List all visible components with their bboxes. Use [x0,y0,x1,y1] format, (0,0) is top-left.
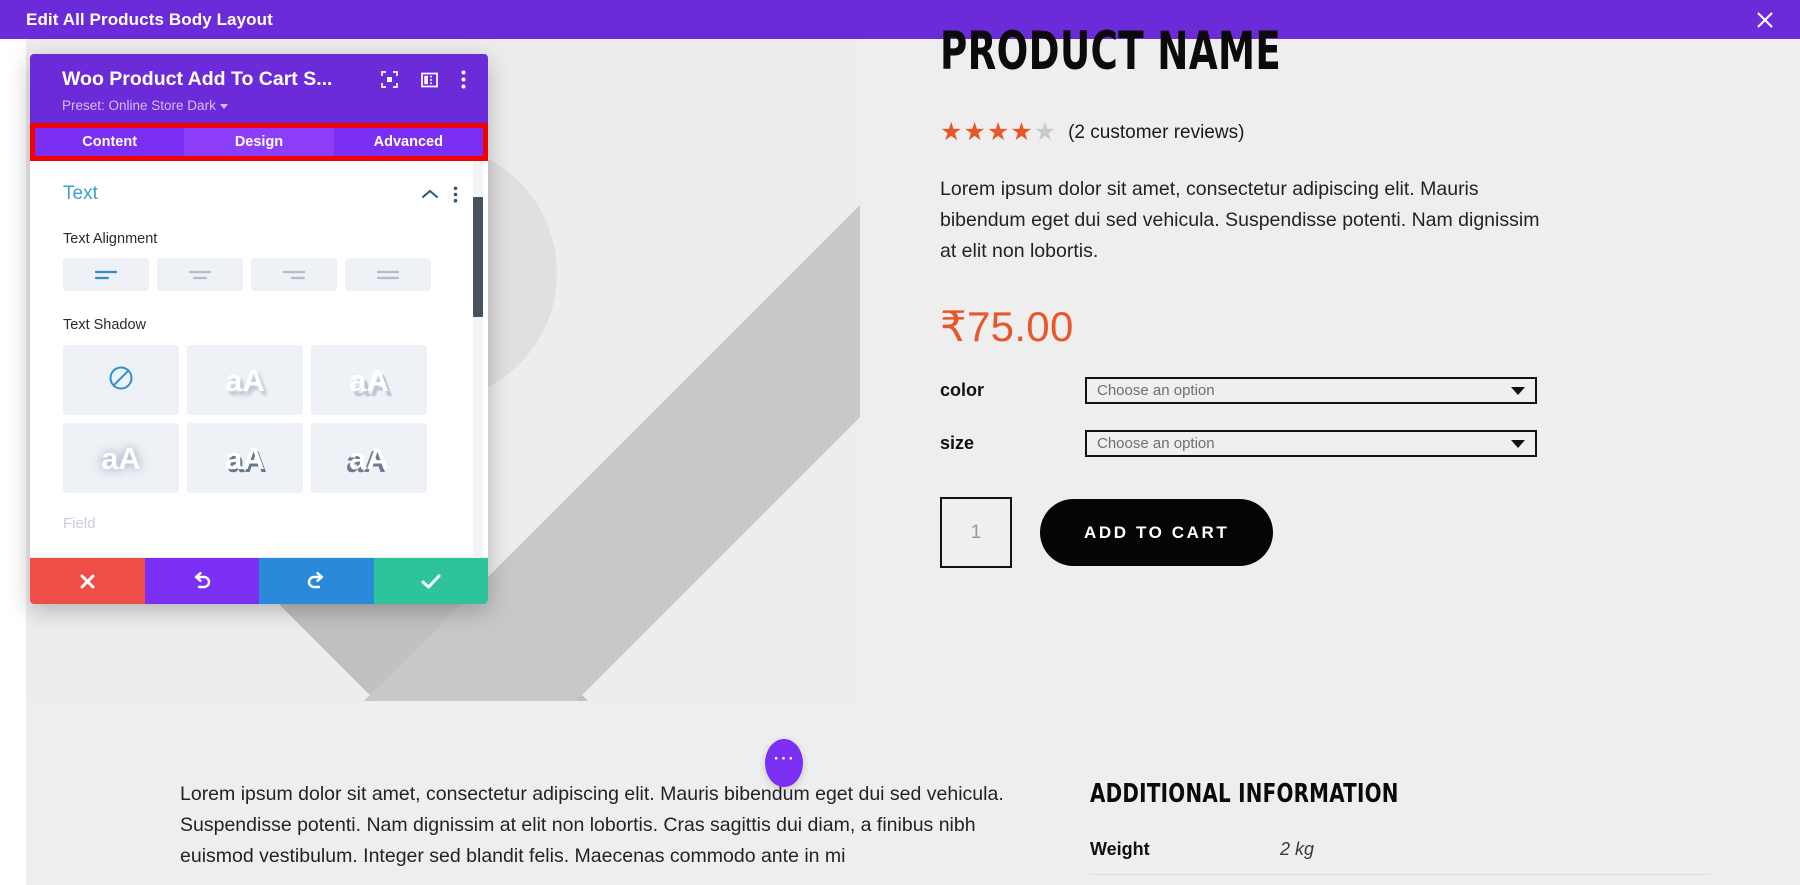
attribute-select-size-placeholder: Choose an option [1097,435,1215,453]
attribute-label-size: size [940,433,975,454]
preset-selector[interactable]: Preset: Online Store Dark [62,98,470,113]
settings-scrollbar-thumb[interactable] [473,197,483,317]
layout-columns-icon[interactable] [421,72,438,88]
text-shadow-option-3[interactable]: aA [63,423,179,493]
text-shadow-control: aA aA aA aA aA [63,345,458,493]
module-title: Woo Product Add To Cart S... [62,68,333,90]
cancel-button[interactable] [30,558,145,604]
text-shadow-preview: aA [225,362,265,398]
align-justify-icon[interactable] [345,258,431,291]
table-cell-key: Weight [1090,839,1150,859]
undo-button[interactable] [144,558,259,604]
text-shadow-option-none[interactable] [63,345,179,415]
settings-action-bar [30,558,488,604]
table-row: Weight 2 kg [1090,839,1710,875]
product-short-description: Lorem ipsum dolor sit amet, consectetur … [940,178,1540,262]
attribute-select-color[interactable]: Choose an option [1085,377,1537,405]
redo-icon [308,572,324,589]
vertical-dots-icon[interactable] [453,186,458,203]
section-divider [30,557,488,558]
text-shadow-preview: aA [349,440,389,476]
align-left-icon[interactable] [63,258,149,291]
no-shadow-icon [108,365,134,396]
add-to-cart-button[interactable]: ADD TO CART [1040,499,1274,567]
attribute-label-color: color [940,380,985,401]
star-filled-icon: ★ [1010,118,1033,146]
additional-information-table: Weight 2 kg [1090,839,1710,875]
text-shadow-label: Text Shadow [63,317,147,333]
settings-tabs: Content Design Advanced [30,123,488,161]
align-right-icon[interactable] [251,258,337,291]
x-icon [80,574,95,588]
star-empty-icon: ★ [1033,118,1057,146]
align-center-icon[interactable] [157,258,243,291]
text-shadow-option-2[interactable]: aA [311,345,427,415]
module-settings-header: Woo Product Add To Cart S... Preset: Onl… [30,54,488,123]
chevron-down-icon [219,103,228,109]
product-price: ₹75.00 [940,303,1074,351]
more-dots-icon[interactable]: ⋯ [765,739,803,787]
product-detail: PRODUCT NAME ★ ★ ★ ★ ★ (2 customer revie… [940,25,1640,569]
add-to-cart-row: 1 ADD TO CART [940,497,1640,569]
settings-scroll-area: Text Text Alignment Text Shadow aA aA aA… [30,161,488,558]
product-rating: ★ ★ ★ ★ ★ (2 customer reviews) [940,120,1640,145]
chevron-down-icon [1511,386,1525,395]
tab-advanced[interactable]: Advanced [333,128,483,156]
check-icon [421,574,441,588]
attribute-select-color-placeholder: Choose an option [1097,382,1215,400]
screen-root: Edit All Products Body Layout PRODUCT NA… [0,0,1800,885]
next-section-label: Field [63,515,96,532]
settings-body: Text Text Alignment Text Shadow aA aA aA… [30,161,488,558]
preset-label: Preset: Online Store Dark [62,98,216,113]
close-icon[interactable] [1752,7,1778,33]
quantity-input[interactable]: 1 [940,497,1012,569]
section-header-text: Text [63,183,458,205]
text-alignment-label: Text Alignment [63,231,158,247]
canvas-left-gutter [0,39,26,885]
star-rating[interactable]: ★ ★ ★ ★ ★ [940,120,1056,145]
text-shadow-option-4[interactable]: aA [187,423,303,493]
text-shadow-option-5[interactable]: aA [311,423,427,493]
attribute-select-size[interactable]: Choose an option [1085,430,1537,458]
text-shadow-preview: aA [225,440,265,476]
text-shadow-option-1[interactable]: aA [187,345,303,415]
product-title: PRODUCT NAME [940,21,1282,82]
tab-content[interactable]: Content [35,128,185,156]
target-icon[interactable] [381,71,398,88]
editor-top-bar: Edit All Products Body Layout [0,0,1800,39]
additional-information-title: ADDITIONAL INFORMATION [1090,779,1399,809]
save-button[interactable] [373,558,488,604]
chevron-down-icon [1511,439,1525,448]
settings-tabs-highlight: Content Design Advanced [30,123,488,161]
attribute-row-size: size Choose an option [940,430,1640,458]
vertical-dots-icon[interactable] [461,70,466,89]
table-cell-value: 2 kg [1280,839,1315,859]
product-long-description: Lorem ipsum dolor sit amet, consectetur … [180,783,1004,868]
text-alignment-control [63,258,458,291]
star-filled-icon: ★ [986,118,1010,146]
additional-information-block: ADDITIONAL INFORMATION Weight 2 kg [1090,779,1710,875]
undo-icon [194,572,210,589]
chevron-up-icon[interactable] [421,188,439,200]
star-filled-icon: ★ [963,118,986,146]
section-title: Text [63,183,98,204]
text-shadow-preview: aA [349,362,389,398]
text-shadow-preview: aA [101,440,141,476]
star-filled-icon: ★ [940,118,963,146]
attribute-row-color: color Choose an option [940,377,1640,405]
page-title: Edit All Products Body Layout [26,9,273,29]
reviews-link[interactable]: (2 customer reviews) [1068,122,1244,144]
redo-button[interactable] [259,558,374,604]
module-settings-modal: Woo Product Add To Cart S... Preset: Onl… [30,54,488,604]
tab-design[interactable]: Design [184,128,334,156]
